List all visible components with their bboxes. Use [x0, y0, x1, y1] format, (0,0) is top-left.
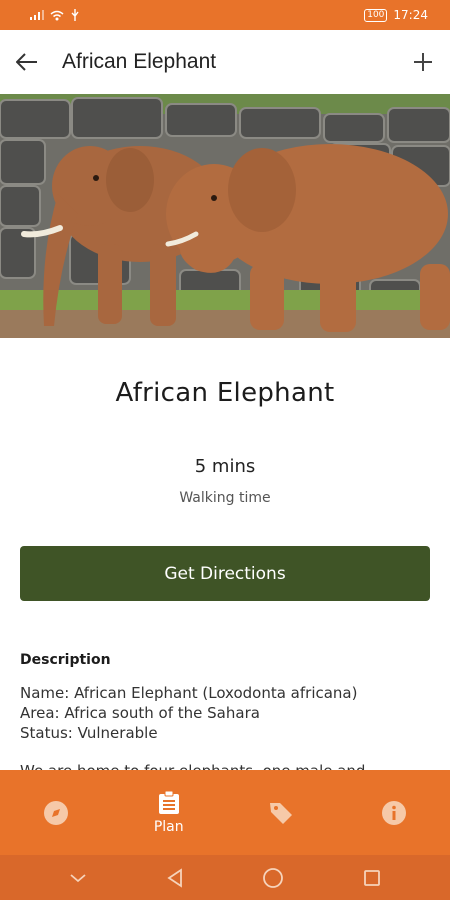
info-icon — [381, 800, 406, 825]
signal-icon — [30, 10, 44, 20]
system-nav-bar — [0, 855, 450, 900]
description-line: Status: Vulnerable — [20, 724, 158, 742]
description-line: Name: African Elephant (Loxodonta africa… — [20, 684, 358, 702]
clipboard-list-icon — [158, 790, 179, 814]
hero-image — [0, 94, 450, 338]
detail-content[interactable]: African Elephant 5 mins Walking time Get… — [0, 338, 450, 770]
status-icons-right: 100 17:24 — [364, 8, 428, 22]
get-directions-button[interactable]: Get Directions — [20, 546, 430, 601]
description-text: Name: African Elephant (Loxodonta africa… — [20, 683, 357, 743]
tab-offers[interactable] — [225, 770, 338, 855]
back-triangle-icon[interactable] — [166, 867, 184, 888]
back-button[interactable] — [14, 49, 40, 75]
description-heading: Description — [20, 652, 111, 668]
add-to-plan-button[interactable] — [410, 49, 436, 75]
description-more-text: We are home to four elephants, one male … — [20, 762, 365, 770]
home-circle-icon[interactable] — [262, 867, 284, 889]
recents-square-icon[interactable] — [363, 869, 381, 887]
tab-plan-label: Plan — [153, 818, 184, 835]
status-time: 17:24 — [393, 8, 428, 22]
walking-time-label: Walking time — [179, 490, 271, 506]
tag-icon — [270, 802, 293, 824]
battery-icon: 100 — [364, 8, 388, 22]
usb-icon — [71, 9, 79, 21]
tab-explore[interactable] — [0, 770, 113, 855]
chevron-down-icon[interactable] — [69, 872, 87, 884]
arrow-left-icon — [16, 53, 37, 71]
tab-plan[interactable]: Plan — [113, 770, 226, 855]
walking-time-value: 5 mins — [194, 456, 256, 477]
wifi-icon — [50, 10, 64, 20]
description-line: Area: Africa south of the Sahara — [20, 704, 260, 722]
page-title: African Elephant — [62, 50, 217, 73]
plus-icon — [414, 53, 432, 71]
animal-name: African Elephant — [115, 378, 335, 408]
tab-info[interactable] — [338, 770, 450, 855]
status-bar: 100 17:24 — [0, 0, 450, 30]
status-icons-left — [30, 9, 80, 21]
bottom-tab-bar: Plan — [0, 770, 450, 855]
app-bar: African Elephant — [0, 30, 450, 94]
compass-icon — [44, 800, 69, 825]
